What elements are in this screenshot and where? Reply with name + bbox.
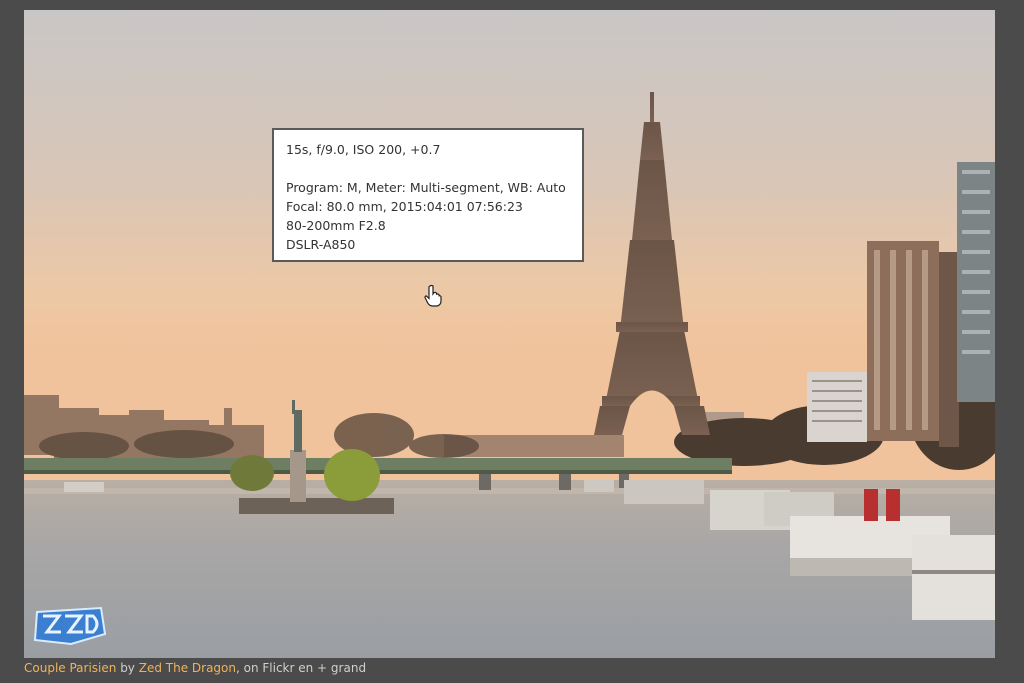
photo-frame[interactable]: 15s, f/9.0, ISO 200, +0.7 Program: M, Me… <box>24 10 995 658</box>
exif-focal-date: Focal: 80.0 mm, 2015:04:01 07:56:23 <box>286 199 523 214</box>
exif-spacer <box>286 159 570 178</box>
exif-program: Program: M, Meter: Multi-segment, WB: Au… <box>286 180 566 195</box>
caption-by-text: by <box>116 661 139 675</box>
exif-tooltip: 15s, f/9.0, ISO 200, +0.7 Program: M, Me… <box>272 128 584 262</box>
zed-logo-icon <box>33 606 107 646</box>
exif-exposure: 15s, f/9.0, ISO 200, +0.7 <box>286 142 441 157</box>
photo-caption: Couple Parisien by Zed The Dragon, on Fl… <box>24 660 366 676</box>
exif-lens: 80-200mm F2.8 <box>286 218 386 233</box>
author-link[interactable]: Zed The Dragon <box>139 661 236 675</box>
exif-camera: DSLR-A850 <box>286 237 356 252</box>
photo-image[interactable] <box>24 10 995 658</box>
caption-suffix: , on Flickr en + grand <box>236 661 367 675</box>
hand-cursor-icon <box>424 284 442 307</box>
photo-title-link[interactable]: Couple Parisien <box>24 661 116 675</box>
